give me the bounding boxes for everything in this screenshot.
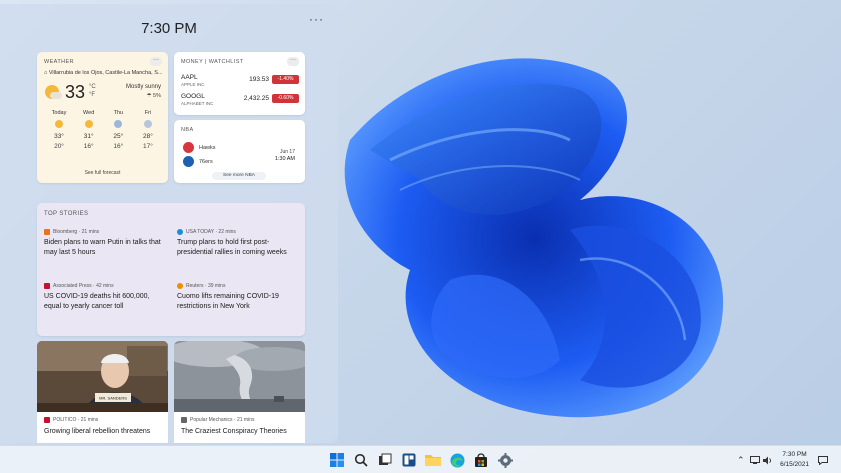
weather-title: WEATHER — [44, 59, 74, 65]
76ers-logo-icon — [183, 156, 194, 167]
game-date: Jun 17 — [279, 149, 295, 155]
news-image-card[interactable]: Popular Mechanics · 21 mins The Craziest… — [174, 341, 305, 443]
nba-card[interactable]: NBA Hawks 76ers Jun 17 1:30 AM See more … — [174, 120, 305, 183]
top-stories-title: TOP STORIES — [44, 211, 89, 217]
money-watchlist-card[interactable]: MONEY | WATCHLIST ··· AAPL APPLE INC 193… — [174, 52, 305, 115]
start-button[interactable] — [328, 451, 346, 469]
stock-row[interactable]: AAPL APPLE INC 193.53 -1.40% — [181, 74, 299, 90]
settings-button[interactable] — [496, 451, 514, 469]
forecast-day: Wed 31° 16° — [83, 110, 95, 150]
stock-row[interactable]: GOOGL ALPHABET INC 2,432.25 -0.60% — [181, 93, 299, 109]
chevron-up-icon: ⌃ — [737, 454, 745, 465]
tornado-photo — [174, 341, 305, 412]
volume-button[interactable] — [763, 446, 773, 473]
notification-icon — [818, 455, 828, 465]
task-view-button[interactable] — [376, 451, 394, 469]
story-item[interactable]: Reuters · 39 mins Cuomo lifts remaining … — [177, 282, 301, 312]
sun-icon — [84, 120, 93, 128]
see-full-forecast-link[interactable]: See full forecast — [37, 170, 168, 176]
rain-cloud-icon — [114, 120, 123, 128]
gear-icon — [497, 452, 513, 468]
story-headline: US COVID-19 deaths hit 600,000, equal to… — [44, 293, 150, 310]
team-name: Hawks — [199, 145, 216, 151]
story-item[interactable]: USA TODAY · 22 mins Trump plans to hold … — [177, 228, 301, 258]
hearing-photo: MR. SANDERS — [37, 341, 168, 412]
cloud-icon — [143, 120, 152, 128]
news-image-card[interactable]: MR. SANDERS POLITICO · 21 mins Growing l… — [37, 341, 168, 443]
popular-mechanics-logo-icon — [181, 417, 187, 423]
wallpaper-bloom — [344, 58, 724, 418]
weather-forecast: Today 33° 20° Wed 31° 16° Thu 25° 16° Fr… — [46, 110, 161, 150]
folder-icon — [425, 455, 441, 466]
money-title: MONEY | WATCHLIST — [181, 59, 244, 65]
top-stories-card: TOP STORIES Bloomberg · 21 mins Biden pl… — [37, 203, 305, 336]
reuters-logo-icon — [177, 282, 183, 289]
weather-condition: Mostly sunny — [125, 84, 161, 90]
task-view-icon — [379, 453, 392, 465]
bloomberg-logo-icon — [44, 228, 50, 235]
forecast-day: Fri 28° 17° — [143, 110, 153, 150]
file-explorer-button[interactable] — [424, 451, 442, 469]
sun-icon — [55, 120, 63, 128]
image-card-source: POLITICO · 21 mins — [44, 417, 98, 423]
weather-temperature: 33 — [65, 82, 86, 102]
forecast-day: Thu 25° 16° — [113, 110, 124, 150]
weather-location: ⌂ Villarrubia de los Ojos, Castile-La Ma… — [44, 70, 163, 76]
widgets-icon — [402, 453, 416, 467]
name-placard: MR. SANDERS — [99, 396, 127, 401]
taskbar: ⌃ 7:30 PM 6/15/2021 — [0, 445, 841, 473]
ap-logo-icon — [44, 282, 50, 289]
search-icon — [354, 453, 368, 467]
edge-icon — [450, 453, 464, 467]
search-button[interactable] — [352, 451, 370, 469]
notifications-button[interactable] — [818, 446, 828, 473]
story-headline: Biden plans to warn Putin in talks that … — [44, 239, 161, 256]
image-card-headline: The Craziest Conspiracy Theories — [181, 428, 287, 435]
money-menu-button[interactable]: ··· — [287, 57, 299, 66]
image-card-source: Popular Mechanics · 21 mins — [181, 417, 254, 423]
story-item[interactable]: Bloomberg · 21 mins Biden plans to warn … — [44, 228, 168, 258]
story-item[interactable]: Associated Press · 42 mins US COVID-19 d… — [44, 282, 168, 312]
network-icon — [750, 456, 760, 464]
hawks-logo-icon — [183, 142, 194, 153]
speaker-icon — [763, 456, 772, 464]
usa-today-logo-icon — [177, 228, 183, 235]
weather-card[interactable]: WEATHER ··· ⌂ Villarrubia de los Ojos, C… — [37, 52, 168, 183]
network-button[interactable] — [750, 446, 760, 473]
nba-title: NBA — [181, 127, 194, 133]
image-card-headline: Growing liberal rebellion threatens — [44, 428, 151, 435]
store-icon — [475, 453, 487, 467]
weather-precipitation: ☂ 5% — [146, 93, 161, 99]
politico-logo-icon — [44, 417, 50, 423]
taskbar-clock[interactable]: 7:30 PM 6/15/2021 — [780, 450, 809, 470]
story-headline: Trump plans to hold first post-president… — [177, 239, 287, 256]
widgets-button[interactable] — [400, 451, 418, 469]
show-hidden-icons-button[interactable]: ⌃ — [737, 446, 745, 473]
weather-menu-button[interactable]: ··· — [150, 57, 162, 66]
windows-logo-icon — [330, 453, 344, 467]
panel-time: 7:30 PM — [141, 20, 197, 37]
cloud-icon — [50, 92, 62, 99]
game-time: 1:30 AM — [274, 156, 295, 162]
story-headline: Cuomo lifts remaining COVID-19 restricti… — [177, 293, 279, 310]
team-name: 76ers — [199, 159, 213, 165]
forecast-day: Today 33° 20° — [51, 110, 67, 150]
stock-change-badge: -1.40% — [272, 75, 299, 84]
weather-units[interactable]: °C °F — [89, 83, 96, 99]
edge-button[interactable] — [448, 451, 466, 469]
stock-change-badge: -0.60% — [272, 94, 299, 103]
see-more-nba-button[interactable]: See more NBA — [212, 172, 266, 180]
panel-more-button[interactable]: ··· — [309, 12, 324, 26]
store-button[interactable] — [472, 451, 490, 469]
